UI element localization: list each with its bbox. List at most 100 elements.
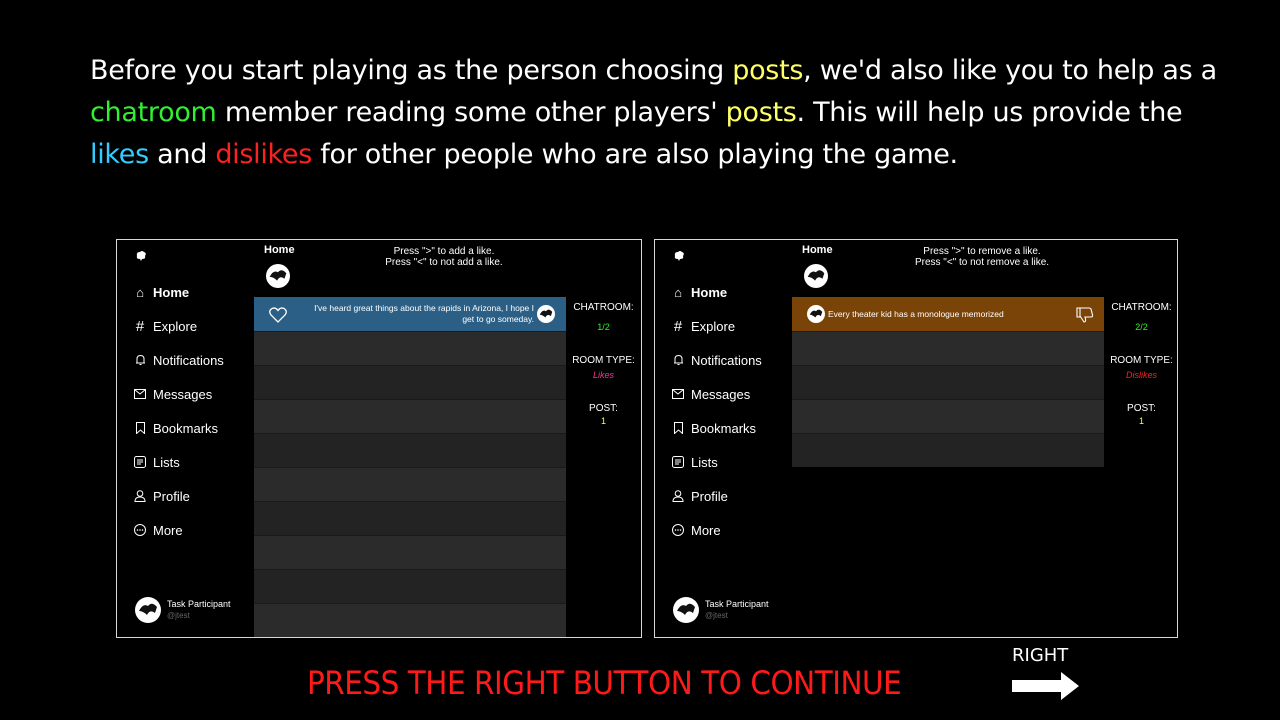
intro-part: and — [148, 139, 216, 170]
sidebar-item-bookmarks[interactable]: Bookmarks — [671, 418, 756, 438]
empty-row — [792, 399, 1104, 433]
highlight-likes: likes — [90, 139, 149, 170]
sidebar-item-label: Bookmarks — [691, 420, 757, 436]
list-icon — [133, 455, 147, 469]
sidebar-item-label: Lists — [153, 454, 180, 470]
sidebar-item-label: Home — [691, 284, 728, 300]
envelope-icon — [671, 387, 685, 401]
sidebar-item-bookmarks[interactable]: Bookmarks — [133, 418, 218, 438]
sidebar-item-profile[interactable]: Profile — [671, 486, 728, 506]
sidebar: ⌂ Home # Explore Notifications Messages Bo… — [655, 240, 792, 637]
intro-part: for other people who are also playing th… — [312, 139, 958, 170]
instructions: Press ">" to add a like. Press "<" to no… — [334, 246, 554, 268]
highlight-chatroom: chatroom — [90, 97, 217, 128]
sidebar-item-explore[interactable]: # Explore — [133, 316, 197, 336]
brain-logo-icon — [136, 251, 146, 261]
sidebar-item-home[interactable]: ⌂ Home — [671, 282, 727, 302]
room-type-label: ROOM TYPE: — [572, 355, 635, 366]
home-icon: ⌂ — [674, 284, 682, 300]
chatroom-value: 1/2 — [597, 322, 610, 332]
sidebar-item-label: Home — [153, 284, 190, 300]
room-type-value: Likes — [592, 370, 614, 380]
post-label: POST: — [1127, 403, 1156, 414]
instruction-line: Press "<" to not remove a like. — [914, 257, 1050, 268]
avatar — [135, 597, 161, 623]
empty-row — [254, 603, 566, 637]
user-name: Task Participant — [167, 598, 231, 609]
empty-row — [254, 331, 566, 365]
sidebar-item-label: Profile — [153, 488, 190, 504]
sidebar-item-label: Explore — [153, 318, 198, 334]
feed-title: Home — [802, 244, 833, 256]
intro-part: member reading some other players' — [216, 97, 726, 128]
bell-icon — [133, 353, 147, 367]
room-type-label: ROOM TYPE: — [1110, 355, 1173, 366]
bookmark-icon — [133, 421, 147, 435]
header-avatar — [804, 264, 828, 288]
sidebar: ⌂ Home # Explore Notifications Messages Bo… — [117, 240, 254, 637]
sidebar-item-profile[interactable]: Profile — [133, 486, 190, 506]
sidebar-item-messages[interactable]: Messages — [133, 384, 212, 404]
empty-post-rows — [792, 331, 1104, 467]
post-label: POST: — [589, 403, 618, 414]
user-profile-card[interactable]: Task Participant @jtest — [673, 597, 769, 623]
room-type-value: Dislikes — [1125, 370, 1157, 380]
screenshot-panel-likes: ⌂ Home # Explore Notifications Messages Bo… — [116, 239, 642, 638]
bookmark-icon — [671, 421, 685, 435]
user-info: Task Participant @jtest — [705, 599, 769, 622]
post-card[interactable]: Every theater kid has a monologue memori… — [792, 297, 1104, 331]
feed-title: Home — [264, 244, 295, 256]
intro-part: . This will help us provide the — [796, 97, 1183, 128]
chatroom-value: 2/2 — [1135, 322, 1148, 332]
empty-row — [254, 501, 566, 535]
thumbs-down-icon[interactable] — [1076, 306, 1094, 324]
feed: Home Press ">" to remove a like. Press "… — [792, 240, 1104, 637]
sidebar-item-more[interactable]: More — [133, 520, 183, 540]
sidebar-item-label: More — [153, 522, 183, 538]
user-profile-card[interactable]: Task Participant @jtest — [135, 597, 231, 623]
post-text: Every theater kid has a monologue memori… — [828, 309, 1004, 319]
user-handle: @jtest — [705, 610, 728, 620]
person-icon — [133, 489, 147, 503]
empty-post-rows — [254, 331, 566, 637]
highlight-posts: posts — [725, 97, 797, 128]
brain-logo-icon — [674, 251, 684, 261]
list-icon — [671, 455, 685, 469]
empty-row — [792, 331, 1104, 365]
sidebar-item-label: More — [691, 522, 721, 538]
sidebar-item-more[interactable]: More — [671, 520, 721, 540]
user-info: Task Participant @jtest — [167, 599, 231, 622]
post-avatar — [807, 305, 825, 323]
sidebar-item-label: Profile — [691, 488, 728, 504]
intro-text: Before you start playing as the person c… — [90, 50, 1240, 176]
sidebar-item-label: Lists — [691, 454, 718, 470]
room-info: CHATROOM: 1/2 ROOM TYPE: Likes POST: 1 — [566, 240, 641, 637]
home-icon: ⌂ — [136, 284, 144, 300]
sidebar-item-notifications[interactable]: Notifications — [133, 350, 224, 370]
sidebar-item-label: Bookmarks — [153, 420, 219, 436]
post-avatar — [537, 305, 555, 323]
right-key-label: RIGHT — [1012, 645, 1069, 666]
sidebar-item-home[interactable]: ⌂ Home — [133, 282, 189, 302]
sidebar-item-label: Notifications — [691, 352, 762, 368]
feed: Home Press ">" to add a like. Press "<" … — [254, 240, 566, 637]
instruction-line: Press ">" to add a like. — [393, 246, 495, 257]
instructions: Press ">" to remove a like. Press "<" to… — [872, 246, 1092, 268]
user-name: Task Participant — [705, 598, 769, 609]
more-icon — [671, 523, 685, 537]
sidebar-item-explore[interactable]: # Explore — [671, 316, 735, 336]
sidebar-item-lists[interactable]: Lists — [133, 452, 180, 472]
avatar — [673, 597, 699, 623]
feed-header: Home Press ">" to add a like. Press "<" … — [254, 240, 566, 297]
sidebar-item-notifications[interactable]: Notifications — [671, 350, 762, 370]
right-arrow-icon — [1012, 672, 1079, 700]
more-icon — [133, 523, 147, 537]
empty-row — [254, 365, 566, 399]
sidebar-item-lists[interactable]: Lists — [671, 452, 718, 472]
instruction-line: Press "<" to not add a like. — [385, 257, 503, 268]
envelope-icon — [133, 387, 147, 401]
heart-icon[interactable] — [269, 307, 287, 323]
sidebar-item-messages[interactable]: Messages — [671, 384, 750, 404]
post-card[interactable]: I've heard great things about the rapids… — [254, 297, 566, 331]
chatroom-label: CHATROOM: — [1111, 302, 1172, 313]
